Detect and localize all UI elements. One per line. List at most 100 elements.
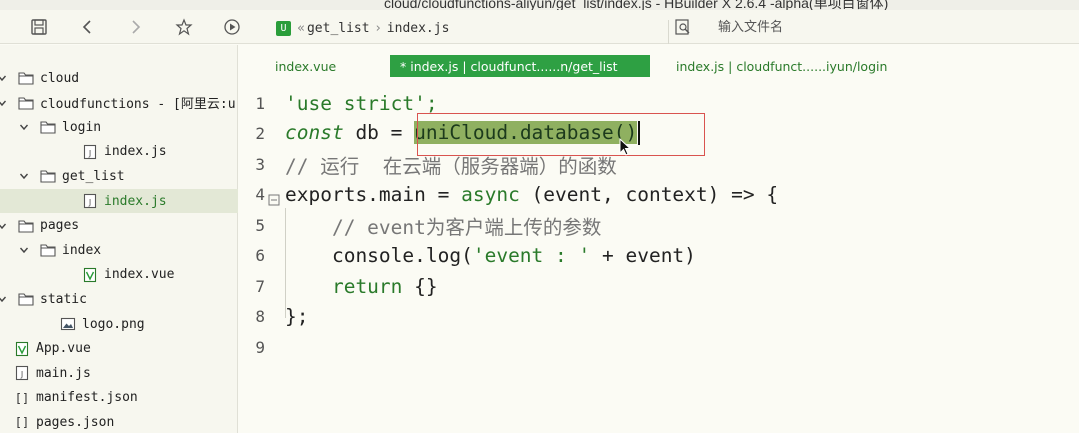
back-arrow-icon[interactable] (79, 18, 97, 36)
code-line: 7 return {} (239, 271, 1079, 301)
js-file-icon: J (82, 193, 98, 209)
toolbar-divider (668, 20, 669, 44)
sidebar-item[interactable]: get_list (0, 164, 238, 188)
chevron-down-icon[interactable] (18, 244, 30, 256)
sidebar-item-label: main.js (36, 365, 91, 381)
title-bar: cloud/cloudfunctions-aliyun/get_list/ind… (0, 0, 1079, 10)
chevron-down-icon[interactable] (0, 72, 8, 84)
chevron-down-icon[interactable] (0, 220, 8, 232)
sidebar-item-label: index.js (104, 193, 167, 209)
sidebar-item-label: index.js (104, 144, 167, 160)
sidebar-item-label: cloud (40, 70, 80, 86)
sidebar-item[interactable]: login (0, 115, 238, 139)
code-text: db = (343, 120, 415, 144)
star-icon[interactable] (175, 18, 193, 36)
line-number: 8 (255, 306, 265, 326)
sidebar-item-label: get_list (62, 168, 125, 184)
code-keyword: async (461, 182, 520, 206)
sidebar-item[interactable]: pages (0, 214, 238, 238)
sidebar-item[interactable]: static (0, 287, 238, 311)
file-search-icon (674, 18, 692, 36)
code-text: + event) (590, 243, 696, 267)
code-line: 4 exports.main = async (event, context) … (239, 179, 1079, 209)
sidebar-item-label: manifest.json (36, 390, 138, 406)
code-line: 8 }; (239, 301, 1079, 331)
svg-text:J: J (88, 149, 91, 158)
chevron-right-icon: › (375, 20, 381, 36)
sidebar-item[interactable]: cloud (0, 66, 238, 90)
forward-arrow-icon[interactable] (126, 18, 144, 36)
breadcrumb-item-get-list[interactable]: get_list (307, 21, 370, 36)
sidebar-item[interactable]: logo.png (0, 312, 238, 336)
chevron-down-icon[interactable] (0, 293, 8, 305)
folder-icon (18, 70, 34, 86)
chevron-down-icon[interactable] (18, 170, 30, 182)
image-file-icon (60, 316, 76, 332)
project-badge-icon: U (276, 20, 291, 36)
svg-text:[]: [] (15, 416, 29, 430)
sidebar-item-label: login (62, 119, 102, 135)
sidebar-item[interactable]: [] manifest.json (0, 386, 238, 410)
sidebar-item-label: static (40, 291, 87, 307)
line-number: 3 (255, 154, 265, 174)
line-number: 4 (255, 184, 265, 204)
save-icon[interactable] (30, 18, 48, 36)
chevron-down-icon[interactable] (18, 121, 30, 133)
js-file-icon: J (82, 144, 98, 160)
sidebar-item-label: pages.json (36, 414, 115, 430)
breadcrumb-item-file[interactable]: index.js (387, 21, 450, 36)
line-number: 2 (255, 123, 265, 143)
sidebar-item-label: App.vue (36, 341, 91, 357)
code-text: }; (285, 304, 309, 328)
code-keyword: return (285, 274, 403, 298)
code-text: console.log( (285, 243, 473, 267)
indent-guide (285, 208, 286, 318)
sidebar-item[interactable]: index.vue (0, 263, 238, 287)
svg-text:J: J (88, 198, 91, 207)
svg-text:J: J (20, 370, 23, 379)
breadcrumb: U « get_list › index.js (270, 18, 449, 38)
line-number: 1 (255, 93, 265, 113)
json-file-icon: [] (14, 390, 30, 406)
code-line: 6 console.log('event : ' + event) (239, 240, 1079, 270)
double-chevron-icon: « (297, 20, 305, 36)
tab-login-index-js[interactable]: index.js | cloudfunct......iyun/login (676, 55, 887, 77)
fold-toggle-icon[interactable] (268, 188, 280, 206)
vue-file-icon (82, 267, 98, 283)
sidebar-item[interactable]: Jmain.js (0, 361, 238, 385)
tab-index-vue[interactable]: index.vue (275, 55, 336, 77)
project-explorer: cloud cloudfunctions - [阿里云:u login Jindex.… (0, 45, 238, 433)
highlight-box (417, 113, 705, 156)
code-keyword: const (285, 120, 344, 144)
sidebar-item[interactable]: Jindex.js (0, 189, 238, 213)
folder-icon (40, 242, 56, 258)
svg-text:[]: [] (15, 391, 29, 405)
code-line: 5 // event为客户端上传的参数 (239, 210, 1079, 240)
mouse-pointer-icon (619, 138, 632, 156)
code-text: {} (402, 274, 438, 298)
code-comment: // event为客户端上传的参数 (285, 215, 602, 239)
sidebar-item[interactable]: Jindex.js (0, 140, 238, 164)
line-number: 7 (255, 276, 265, 296)
run-icon[interactable] (223, 18, 241, 36)
sidebar-item-label: cloudfunctions - [阿里云:u (40, 97, 236, 113)
sidebar-item[interactable]: cloudfunctions - [阿里云:u (0, 91, 238, 115)
js-file-icon: J (14, 365, 30, 381)
line-number: 6 (255, 245, 265, 265)
folder-icon (18, 218, 34, 234)
sidebar-item[interactable]: App.vue (0, 337, 238, 361)
file-search-input[interactable] (700, 16, 1070, 38)
sidebar-item[interactable]: index (0, 238, 238, 262)
editor-tabs: index.vue * index.js | cloudfunct......n… (239, 45, 1079, 85)
json-file-icon: [] (14, 414, 30, 430)
chevron-down-icon[interactable] (0, 97, 8, 109)
sidebar-item[interactable]: [] pages.json (0, 410, 238, 433)
tab-get-list-index-js[interactable]: * index.js | cloudfunct......n/get_list (390, 55, 650, 77)
